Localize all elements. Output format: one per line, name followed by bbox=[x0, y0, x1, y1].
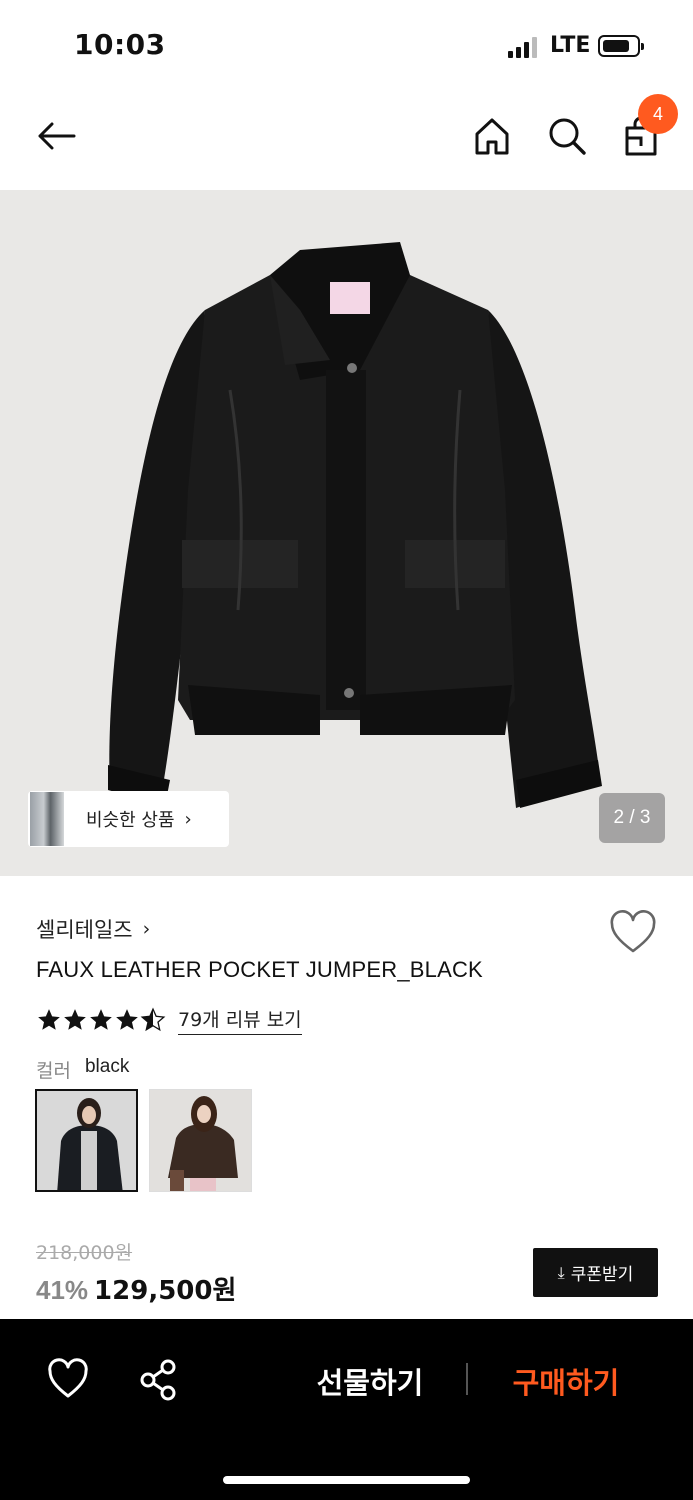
share-button[interactable] bbox=[138, 1358, 182, 1402]
swatch-image bbox=[150, 1090, 251, 1191]
star-icon bbox=[38, 1009, 60, 1030]
cart-count-badge: 4 bbox=[638, 94, 678, 134]
color-label: 컬러 bbox=[36, 1060, 71, 1082]
color-option-row: 컬러 black bbox=[36, 1056, 129, 1083]
color-swatch-black[interactable] bbox=[35, 1089, 138, 1192]
image-page-indicator: 2 / 3 bbox=[599, 793, 665, 843]
search-icon bbox=[549, 118, 586, 155]
sale-price: 129,500원 bbox=[94, 1276, 237, 1306]
bottom-action-bar: 선물하기 구매하기 bbox=[0, 1319, 693, 1500]
price-row: 41% 129,500원 bbox=[36, 1270, 236, 1307]
bottom-wishlist-button[interactable] bbox=[46, 1358, 90, 1402]
chevron-right-icon: › bbox=[184, 808, 192, 830]
discount-rate: 41% bbox=[36, 1275, 89, 1305]
color-value: black bbox=[84, 1056, 130, 1077]
chevron-right-icon: › bbox=[142, 918, 151, 940]
color-swatch-brown[interactable] bbox=[149, 1089, 252, 1192]
battery-icon bbox=[598, 35, 644, 57]
product-image-gallery[interactable]: 비슷한 상품 › 2 / 3 bbox=[0, 190, 693, 876]
star-icon bbox=[64, 1009, 86, 1030]
status-time: 10:03 bbox=[74, 28, 166, 61]
heart-icon bbox=[48, 1358, 88, 1398]
brand-link[interactable]: 셀리테일즈 › bbox=[36, 914, 150, 944]
home-button[interactable] bbox=[470, 114, 514, 158]
original-price: 218,000원 bbox=[36, 1242, 133, 1264]
back-button[interactable] bbox=[34, 114, 78, 158]
similar-products-button[interactable]: 비슷한 상품 › bbox=[28, 791, 229, 847]
home-indicator bbox=[223, 1476, 470, 1484]
product-title: FAUX LEATHER POCKET JUMPER_BLACK bbox=[36, 957, 483, 982]
star-icon bbox=[90, 1009, 112, 1030]
half-star-icon bbox=[140, 1007, 166, 1032]
back-arrow-icon bbox=[38, 122, 76, 150]
search-button[interactable] bbox=[545, 114, 589, 158]
star-rating bbox=[36, 1007, 166, 1033]
top-nav: 4 bbox=[0, 92, 693, 190]
share-icon bbox=[140, 1359, 176, 1401]
coupon-download-button[interactable]: ⤓ 쿠폰받기 bbox=[533, 1248, 658, 1297]
buy-button[interactable]: 구매하기 bbox=[496, 1359, 636, 1403]
rating-row: 79개 리뷰 보기 bbox=[36, 1005, 302, 1035]
coupon-label: 쿠폰받기 bbox=[570, 1265, 634, 1285]
signal-icon bbox=[508, 36, 538, 58]
product-image bbox=[108, 242, 602, 808]
brand-name: 셀리테일즈 bbox=[36, 918, 133, 942]
home-icon bbox=[475, 118, 509, 155]
swatch-image bbox=[37, 1091, 136, 1190]
star-icon bbox=[116, 1009, 138, 1030]
download-icon: ⤓ bbox=[557, 1262, 565, 1282]
similar-products-label: 비슷한 상품 bbox=[86, 810, 175, 831]
similar-product-thumbnail bbox=[30, 792, 64, 846]
heart-icon bbox=[610, 910, 656, 953]
divider bbox=[466, 1363, 468, 1395]
wishlist-button[interactable] bbox=[608, 910, 658, 956]
status-bar: 10:03 LTE bbox=[0, 0, 693, 92]
network-type: LTE bbox=[550, 33, 591, 58]
reviews-link[interactable]: 79개 리뷰 보기 bbox=[178, 1005, 302, 1035]
gift-button[interactable]: 선물하기 bbox=[300, 1359, 440, 1403]
